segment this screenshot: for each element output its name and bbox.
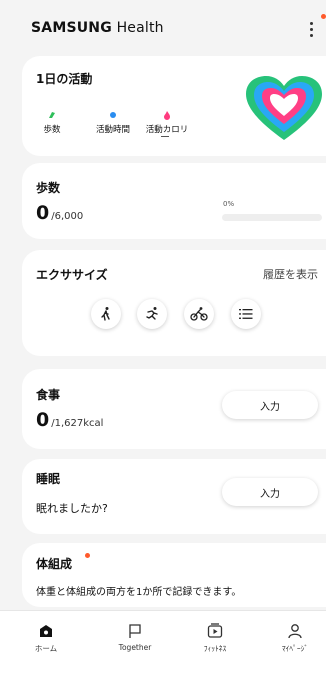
activity-time-label: 活動時間	[95, 125, 130, 135]
steps-count: 0/6,000	[36, 202, 83, 224]
activity-time-item: 活動時間	[90, 110, 136, 135]
daily-activity-card[interactable]: 1日の活動 歩数 活動時間 活動カロリ	[22, 56, 326, 156]
person-icon	[288, 624, 302, 639]
sleep-input-button[interactable]: 入力	[222, 478, 318, 506]
steps-goal: /6,000	[51, 211, 84, 222]
active-time-icon	[110, 112, 116, 118]
food-goal: /1,627kcal	[51, 418, 104, 429]
card-title: エクササイズ	[36, 268, 108, 282]
home-icon	[40, 625, 52, 637]
running-icon[interactable]	[137, 299, 167, 329]
history-link[interactable]: 履歴を表示	[263, 266, 318, 282]
calorie-dash	[161, 136, 169, 137]
nav-mypage-label: ﾏｲﾍﾟｰｼﾞ	[281, 644, 309, 653]
brand-samsung: SAMSUNG	[31, 20, 112, 36]
walking-icon[interactable]	[91, 299, 121, 329]
steps-value: 0	[36, 202, 50, 224]
steps-card[interactable]: 歩数 0/6,000 0%	[22, 163, 326, 239]
nav-home[interactable]: ホーム	[16, 623, 76, 654]
nav-fitness[interactable]: ﾌｨｯﾄﾈｽ	[185, 623, 245, 654]
play-video-icon	[207, 623, 223, 638]
flag-icon	[129, 624, 141, 638]
food-value: 0	[36, 409, 50, 431]
food-card[interactable]: 食事 0/1,627kcal 入力	[22, 369, 326, 449]
cycling-icon[interactable]	[184, 299, 214, 329]
nav-mypage[interactable]: ﾏｲﾍﾟｰｼﾞ	[265, 623, 325, 654]
card-title: 睡眠	[36, 472, 61, 486]
steps-progress-bar	[222, 214, 322, 221]
steps-percent: 0%	[223, 200, 235, 208]
nav-together-label: Together	[118, 643, 152, 652]
nav-home-label: ホーム	[34, 644, 58, 653]
steps-icon	[49, 112, 55, 118]
activity-heart-icon	[246, 76, 322, 140]
food-count: 0/1,627kcal	[36, 409, 103, 431]
activity-steps-item: 歩数	[32, 110, 72, 135]
body-composition-card[interactable]: 体組成 体重と体組成の両方を1か所で記録できます。	[22, 543, 326, 607]
card-title: 食事	[36, 388, 61, 402]
sleep-input-label: 入力	[260, 488, 280, 500]
notification-dot	[321, 14, 326, 19]
card-title: 歩数	[36, 181, 61, 195]
food-input-button[interactable]: 入力	[222, 391, 318, 419]
more-vertical-icon[interactable]	[305, 18, 319, 40]
flame-icon	[164, 111, 170, 120]
activity-steps-label: 歩数	[43, 125, 61, 135]
activity-calories-item: 活動カロリ	[138, 110, 196, 135]
activity-calories-label: 活動カロリ	[145, 125, 189, 135]
app-brand: SAMSUNG Health	[31, 20, 164, 36]
body-description: 体重と体組成の両方を1か所で記録できます。	[36, 587, 242, 598]
card-title: 体組成	[36, 557, 73, 571]
nav-together[interactable]: Together	[105, 623, 165, 652]
nav-fitness-label: ﾌｨｯﾄﾈｽ	[203, 644, 227, 653]
new-badge-dot	[85, 553, 90, 558]
list-icon[interactable]	[231, 299, 261, 329]
card-title: 1日の活動	[36, 72, 93, 86]
sleep-question: 眠れましたか?	[36, 502, 108, 515]
exercise-card[interactable]: エクササイズ 履歴を表示	[22, 250, 326, 356]
brand-health: Health	[111, 20, 164, 36]
bottom-navigation: ホーム Together ﾌｨｯﾄﾈｽ ﾏｲﾍﾟｰｼﾞ	[0, 610, 326, 688]
top-bar: SAMSUNG Health	[0, 0, 326, 54]
sleep-card[interactable]: 睡眠 眠れましたか? 入力	[22, 459, 326, 534]
food-input-label: 入力	[260, 401, 280, 413]
